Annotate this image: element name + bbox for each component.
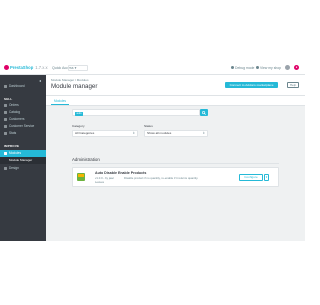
admin-window: PrestaShop 1.7.x.x Quick Access ▾ Debug m… bbox=[0, 61, 305, 241]
sidebar-item-label: Orders bbox=[9, 103, 19, 107]
sidebar-section-improve: IMPROVE bbox=[4, 144, 20, 148]
module-description: Disable product if no quantity, re-enabl… bbox=[124, 176, 199, 180]
module-author: Leaves bbox=[95, 180, 105, 184]
category-select[interactable]: All Categories ⇕ bbox=[72, 130, 138, 137]
chevron-down-icon: ⇕ bbox=[132, 131, 135, 135]
module-actions-dropdown[interactable]: ▾ bbox=[264, 174, 269, 181]
help-button[interactable]: Help bbox=[287, 82, 299, 88]
sidebar-item-catalog[interactable]: Catalog bbox=[0, 109, 46, 116]
sidebar-item-modules[interactable]: Modules bbox=[0, 150, 46, 157]
status-value: Show all modules bbox=[147, 131, 172, 135]
page-tabs: Modules bbox=[46, 96, 305, 106]
sidebar-item-label: Design bbox=[9, 166, 19, 170]
sidebar-item-label: Customer Service bbox=[9, 124, 35, 128]
bug-icon bbox=[231, 66, 234, 70]
section-title: Administration bbox=[72, 157, 100, 162]
sidebar-item-label: Customers bbox=[9, 117, 25, 121]
sidebar-subitem-module-manager[interactable]: Module Manager bbox=[0, 157, 46, 164]
configure-button[interactable]: Configure bbox=[239, 174, 263, 181]
stats-icon bbox=[4, 132, 7, 135]
puzzle-icon bbox=[4, 152, 7, 155]
sidebar-item-label: Stats bbox=[9, 131, 17, 135]
category-label: Category bbox=[72, 124, 85, 128]
page-title: Module manager bbox=[51, 83, 98, 90]
search-icon bbox=[202, 110, 206, 115]
catalog-icon bbox=[4, 111, 7, 114]
sidebar-item-label: Modules bbox=[9, 151, 22, 155]
chevron-down-icon: ⇕ bbox=[202, 131, 205, 135]
tab-modules[interactable]: Modules bbox=[51, 98, 69, 105]
sidebar-item-stats[interactable]: Stats bbox=[0, 130, 46, 137]
design-icon bbox=[4, 167, 7, 170]
sidebar-item-customer-service[interactable]: Customer Service bbox=[0, 123, 46, 130]
module-name[interactable]: Auto Disable Enable Products bbox=[95, 171, 146, 175]
search-input[interactable]: auto bbox=[72, 109, 200, 116]
customers-icon bbox=[4, 118, 7, 121]
module-logo-icon bbox=[77, 173, 85, 181]
search-button[interactable] bbox=[200, 109, 208, 116]
sidebar-item-dashboard[interactable]: Dashboard bbox=[0, 83, 46, 90]
view-shop-link[interactable]: View my shop bbox=[256, 66, 281, 70]
sidebar-section-sell: SELL bbox=[4, 97, 13, 101]
sidebar-item-label: Dashboard bbox=[9, 84, 25, 88]
page-header: Module Manager / Modules Module manager … bbox=[46, 75, 305, 96]
module-search: auto bbox=[72, 109, 208, 116]
breadcrumb[interactable]: Module Manager / Modules bbox=[51, 78, 89, 82]
employee-avatar[interactable]: ● bbox=[294, 65, 299, 70]
debug-mode-label: Debug mode bbox=[235, 65, 255, 70]
logo-text: PrestaShop bbox=[10, 65, 34, 70]
sidebar-item-label: Catalog bbox=[9, 110, 20, 114]
sidebar-item-customers[interactable]: Customers bbox=[0, 116, 46, 123]
search-tag[interactable]: auto bbox=[75, 111, 84, 116]
header-search-input[interactable] bbox=[68, 64, 88, 71]
top-header: PrestaShop 1.7.x.x Quick Access ▾ Debug m… bbox=[0, 61, 305, 75]
dashboard-icon bbox=[4, 85, 7, 88]
prestashop-logo-icon bbox=[4, 65, 9, 71]
module-card: Auto Disable Enable Products v1.0.0 - by… bbox=[72, 167, 279, 187]
view-shop-label: View my shop bbox=[260, 65, 282, 70]
version-label: 1.7.x.x bbox=[35, 65, 48, 70]
category-value: All Categories bbox=[75, 131, 95, 135]
connect-addons-button[interactable]: Connect to Addons marketplace bbox=[225, 82, 278, 88]
section-divider bbox=[72, 163, 279, 164]
debug-mode-link[interactable]: Debug mode bbox=[231, 66, 254, 70]
status-select[interactable]: Show all modules ⇕ bbox=[144, 130, 208, 137]
sidebar-item-design[interactable]: Design bbox=[0, 165, 46, 172]
status-label: Status bbox=[144, 124, 153, 128]
orders-icon bbox=[4, 104, 7, 107]
notifications-icon[interactable] bbox=[285, 65, 290, 70]
store-icon bbox=[256, 66, 259, 70]
prestashop-logo[interactable]: PrestaShop 1.7.x.x bbox=[4, 65, 48, 71]
chat-icon bbox=[4, 125, 7, 128]
sidebar-item-orders[interactable]: Orders bbox=[0, 102, 46, 109]
sidebar: ◂ Dashboard SELL Orders Catalog Customer… bbox=[0, 75, 46, 241]
